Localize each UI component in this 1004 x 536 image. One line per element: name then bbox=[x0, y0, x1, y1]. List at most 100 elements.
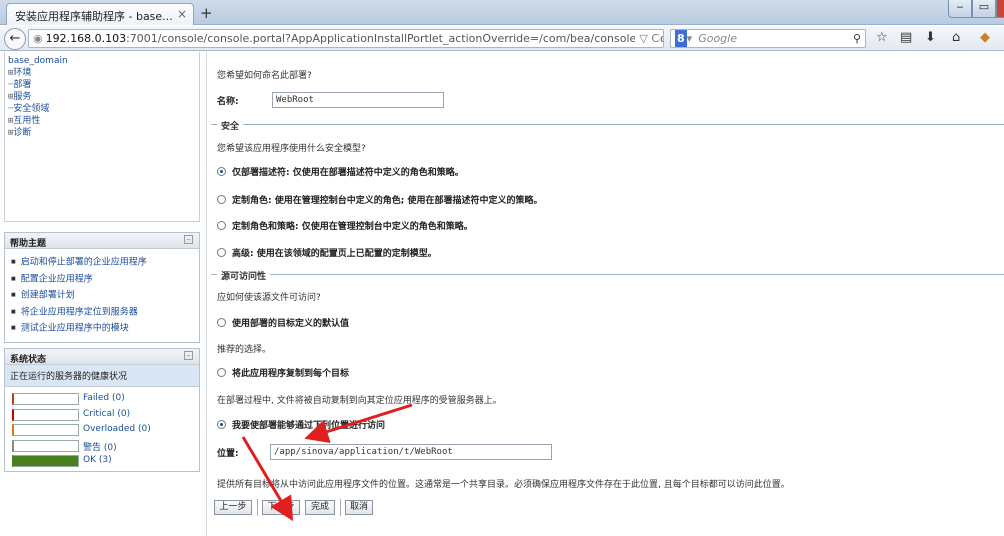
close-window-button[interactable] bbox=[996, 0, 1004, 18]
maximize-window-button[interactable]: ▭ bbox=[972, 0, 996, 18]
help-topic-link[interactable]: 启动和停止部署的企业应用程序 bbox=[11, 254, 193, 271]
status-row: Failed (0) bbox=[5, 390, 199, 406]
access-section-title: 源可访问性 bbox=[217, 269, 271, 282]
url-host: 192.168.0.103 bbox=[45, 32, 127, 45]
finish-button[interactable]: 完成 bbox=[305, 500, 335, 515]
left-sidebar: base_domain ⊞环境 ┄部署 ⊞服务 ┄安全领域 ⊞互用性 ⊞诊断 帮助主题 –… bbox=[0, 52, 206, 536]
radio-button[interactable] bbox=[217, 368, 226, 377]
help-topic-list: 启动和停止部署的企业应用程序配置企业应用程序创建部署计划将企业应用程序定位到服务… bbox=[5, 249, 199, 342]
status-count-link[interactable]: OK (3) bbox=[83, 455, 112, 465]
collapse-icon[interactable]: – bbox=[184, 351, 193, 360]
search-engine-icon[interactable]: 8 bbox=[675, 30, 687, 47]
tree-item-label: 环境 bbox=[13, 68, 32, 78]
security-option[interactable]: 仅部署描述符: 仅使用在部署描述符中定义的角色和策略。 bbox=[217, 165, 464, 178]
download-icon[interactable]: ⬇ bbox=[925, 30, 936, 45]
location-label: 位置: bbox=[217, 449, 239, 459]
name-label: 名称: bbox=[217, 97, 239, 107]
tree-item[interactable]: ⊞服务 bbox=[8, 91, 196, 103]
back-button[interactable]: 上一步 bbox=[214, 500, 252, 515]
security-option[interactable]: 定制角色和策略: 仅使用在管理控制台中定义的角色和策略。 bbox=[217, 219, 473, 232]
globe-icon: ◉ bbox=[33, 32, 43, 45]
access-note-copy: 在部署过程中, 文件将被自动复制到向其定位应用程序的受管服务器上。 bbox=[217, 396, 502, 406]
browser-nav-bar: ← ◉ 192.168.0.103:7001/console/console.po… bbox=[0, 26, 1004, 51]
tree-item[interactable]: ┄部署 bbox=[8, 79, 196, 91]
radio-button[interactable] bbox=[217, 248, 226, 257]
tree-item-label: 服务 bbox=[13, 92, 32, 102]
status-health-bar bbox=[12, 408, 79, 421]
tree-item[interactable]: ⊞互用性 bbox=[8, 115, 196, 127]
search-input[interactable]: 8 ▾ Google ⚲ bbox=[670, 29, 866, 48]
access-section-header: 源可访问性 bbox=[211, 269, 1004, 282]
search-engine-dropdown-icon[interactable]: ▾ bbox=[687, 32, 693, 45]
browser-tab-bar: 安装应用程序辅助程序 - base... × + ‒ ▭ bbox=[0, 0, 1004, 25]
status-health-bar bbox=[12, 439, 79, 452]
access-option-location[interactable]: 我要使部署能够通过下列位置进行访问 bbox=[217, 418, 385, 431]
next-button[interactable]: 下一步 bbox=[262, 500, 300, 515]
access-question: 应如何使该源文件可访问? bbox=[217, 293, 321, 303]
help-topics-panel: 帮助主题 – 启动和停止部署的企业应用程序配置企业应用程序创建部署计划将企业应用… bbox=[4, 232, 200, 343]
button-divider bbox=[257, 499, 258, 516]
search-placeholder: Google bbox=[698, 32, 737, 45]
status-panel-header: 系统状态 – bbox=[5, 349, 199, 365]
install-wizard-form: 您希望如何命名此部署? 名称: WebRoot 安全 您希望该应用程序使用什么安… bbox=[206, 52, 1004, 536]
status-count-link[interactable]: Failed (0) bbox=[83, 393, 125, 403]
bookmark-star-icon[interactable]: ☆ bbox=[876, 30, 888, 45]
tree-item[interactable]: ┄安全领域 bbox=[8, 103, 196, 115]
tab-title: 安装应用程序辅助程序 - base... bbox=[15, 10, 173, 23]
close-tab-icon[interactable]: × bbox=[177, 7, 187, 21]
security-option[interactable]: 高级: 使用在该领域的配置页上已配置的定制模型。 bbox=[217, 246, 437, 259]
security-option[interactable]: 定制角色: 使用在管理控制台中定义的角色; 使用在部署描述符中定义的策略。 bbox=[217, 193, 542, 206]
minimize-window-button[interactable]: ‒ bbox=[948, 0, 972, 18]
radio-button[interactable] bbox=[217, 318, 226, 327]
security-question: 您希望该应用程序使用什么安全模型? bbox=[217, 144, 366, 154]
help-panel-title: 帮助主题 bbox=[10, 239, 47, 249]
collapse-icon[interactable]: – bbox=[184, 235, 193, 244]
addon-icon[interactable]: ◆ bbox=[980, 30, 990, 45]
tree-item-label: 部署 bbox=[13, 80, 32, 90]
access-note-recommended: 推荐的选择。 bbox=[217, 345, 272, 355]
access-option-copy[interactable]: 将此应用程序复制到每个目标 bbox=[217, 366, 349, 379]
tree-item-label: 互用性 bbox=[13, 116, 41, 126]
tree-item[interactable]: ⊞环境 bbox=[8, 67, 196, 79]
radio-button-selected[interactable] bbox=[217, 420, 226, 429]
back-arrow-icon[interactable]: ← bbox=[4, 28, 26, 50]
status-row: OK (3) bbox=[5, 452, 199, 468]
cancel-button[interactable]: 取消 bbox=[345, 500, 373, 515]
bookmarks-menu-icon[interactable]: ▤ bbox=[900, 30, 912, 45]
help-topic-link[interactable]: 配置企业应用程序 bbox=[11, 271, 193, 288]
status-row: Overloaded (0) bbox=[5, 421, 199, 437]
browser-tab[interactable]: 安装应用程序辅助程序 - base... × bbox=[6, 3, 194, 25]
status-row: 警告 (0) bbox=[5, 437, 199, 453]
help-topic-link[interactable]: 将企业应用程序定位到服务器 bbox=[11, 304, 193, 321]
radio-button[interactable] bbox=[217, 221, 226, 230]
address-bar[interactable]: ◉ 192.168.0.103:7001/console/console.port… bbox=[28, 29, 664, 48]
security-section-title: 安全 bbox=[217, 119, 244, 132]
status-count-link[interactable]: Critical (0) bbox=[83, 409, 130, 419]
tree-root-base-domain[interactable]: base_domain bbox=[8, 55, 196, 67]
status-health-bar bbox=[12, 424, 79, 436]
reload-icon[interactable]: ▽ C bbox=[635, 30, 659, 47]
status-count-link[interactable]: Overloaded (0) bbox=[83, 424, 151, 434]
help-topic-link[interactable]: 创建部署计划 bbox=[11, 287, 193, 304]
radio-button-selected[interactable] bbox=[217, 167, 226, 176]
name-input[interactable]: WebRoot bbox=[272, 92, 444, 108]
access-option-default[interactable]: 使用部署的目标定义的默认值 bbox=[217, 316, 349, 329]
status-row: Critical (0) bbox=[5, 406, 199, 422]
button-divider bbox=[340, 499, 341, 516]
tree-item-label: 诊断 bbox=[13, 128, 32, 138]
status-count-link[interactable]: 警告 (0) bbox=[83, 440, 117, 453]
tree-item[interactable]: ⊞诊断 bbox=[8, 127, 196, 139]
radio-button[interactable] bbox=[217, 195, 226, 204]
location-note: 提供所有目标将从中访问此应用程序文件的位置。这通常是一个共享目录。必须确保应用程… bbox=[217, 480, 790, 490]
new-tab-button[interactable]: + bbox=[200, 4, 213, 22]
search-icon[interactable]: ⚲ bbox=[853, 30, 861, 47]
status-health-bar bbox=[12, 455, 79, 467]
home-icon[interactable]: ⌂ bbox=[952, 30, 960, 45]
url-path: :7001/console/console.portal?AppApplicat… bbox=[126, 32, 663, 45]
domain-tree: base_domain ⊞环境 ┄部署 ⊞服务 ┄安全领域 ⊞互用性 ⊞诊断 bbox=[4, 52, 200, 222]
location-input[interactable]: /app/sinova/application/t/WebRoot bbox=[270, 444, 552, 460]
help-topic-link[interactable]: 测试企业应用程序中的模块 bbox=[11, 320, 193, 337]
name-question: 您希望如何命名此部署? bbox=[217, 71, 312, 81]
status-subtitle: 正在运行的服务器的健康状况 bbox=[5, 365, 199, 387]
status-panel-title: 系统状态 bbox=[10, 355, 47, 365]
